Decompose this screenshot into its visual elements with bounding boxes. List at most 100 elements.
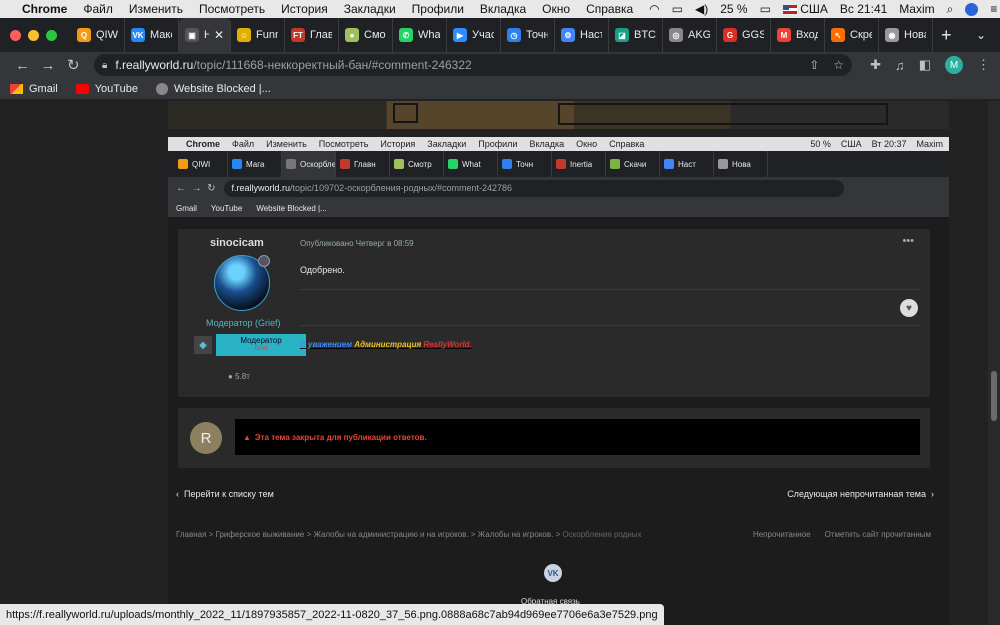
topic-closed-block: R ▲ Эта тема закрыта для публикации отве… (178, 408, 930, 468)
bookmark-website-blocked[interactable]: Website Blocked |... (155, 82, 271, 95)
menu-edit[interactable]: Изменить (129, 2, 183, 16)
post-username: sinocicam (210, 237, 264, 249)
forward-button[interactable]: → (35, 57, 60, 74)
close-tab-icon[interactable]: ✕ (214, 28, 224, 42)
browser-tab[interactable]: VK Макс (125, 18, 179, 52)
screen: Chrome Файл Изменить Посмотреть История … (0, 0, 1000, 625)
post-date: Опубликовано Четверг в 08:59 (300, 239, 414, 248)
menu-app[interactable]: Chrome (22, 2, 67, 16)
media-controls-icon[interactable]: ♫ (895, 58, 905, 73)
tab-favicon-icon: Q (77, 28, 91, 42)
clock[interactable]: Вс 21:41 (840, 2, 887, 16)
tab-title: Учас (472, 29, 494, 41)
inner-tab: Мага (228, 151, 282, 177)
volume-icon[interactable]: ◀) (695, 2, 708, 16)
inner-tab-title: Скачи (624, 159, 647, 169)
tab-title: GGS (742, 29, 764, 41)
input-source[interactable]: США (782, 2, 828, 16)
side-panel-icon[interactable]: ◧ (919, 57, 931, 73)
siri-icon[interactable] (965, 2, 979, 16)
bookmark-gmail[interactable]: Gmail (10, 83, 58, 95)
tab-title: Глав (310, 29, 332, 41)
browser-tab[interactable]: ◎ AKG (663, 18, 717, 52)
menu-help[interactable]: Справка (586, 2, 633, 16)
browser-tab[interactable]: ◷ Точн (501, 18, 555, 52)
tab-title: Наст (580, 29, 602, 41)
browser-tab[interactable]: ↖ Скрє (825, 18, 879, 52)
menu-profiles[interactable]: Профили (412, 2, 464, 16)
browser-tab[interactable]: ☺ Funn (231, 18, 285, 52)
inner-tab-title: Нова (732, 159, 751, 169)
inner-tab: Смотр (390, 151, 444, 177)
inner-battery: 50 % (810, 139, 831, 149)
bookmark-star-icon[interactable]: ☆ (833, 58, 844, 72)
profile-avatar[interactable]: M (945, 56, 964, 74)
share-icon[interactable]: ⇧ (809, 58, 819, 72)
signature-part: Администрация (354, 340, 422, 349)
airplay-icon[interactable]: ▭ (672, 2, 683, 16)
link-status-bar: https://f.reallyworld.ru/uploads/monthly… (0, 604, 664, 625)
extensions-icon[interactable]: ✚ (870, 57, 881, 73)
inner-menubar: Chrome Файл Изменить Посмотреть История … (168, 137, 949, 151)
minimize-window-button[interactable] (28, 29, 39, 41)
tab-favicon-icon: ✆ (399, 28, 413, 42)
browser-tab[interactable]: ✆ What (393, 18, 447, 52)
maximize-window-button[interactable] (46, 29, 57, 41)
scrollbar[interactable] (988, 101, 1000, 625)
reload-button[interactable]: ↻ (61, 56, 86, 74)
browser-tab[interactable]: Q QIWI (71, 18, 125, 52)
menu-history[interactable]: История (281, 2, 328, 16)
browser-tab[interactable]: ⚙ Наст (555, 18, 609, 52)
tab-title: What (418, 29, 440, 41)
browser-tab[interactable]: M Вход (771, 18, 825, 52)
address-bar[interactable]: 🔒︎ f.reallyworld.ru/topic/111668-неккоре… (93, 54, 853, 76)
wifi-icon[interactable]: ◠ (649, 2, 659, 16)
attached-screenshot[interactable]: Chrome Файл Изменить Посмотреть История … (168, 137, 949, 625)
browser-tab[interactable]: ◪ BTC (609, 18, 663, 52)
back-button[interactable]: ← (10, 57, 35, 74)
menu-tab[interactable]: Вкладка (480, 2, 526, 16)
inner-tab-favicon-icon (286, 159, 296, 169)
scrollbar-thumb[interactable] (991, 371, 997, 421)
tab-favicon-icon: ◪ (615, 28, 629, 42)
attached-image-top[interactable] (168, 101, 949, 129)
input-source-label: США (800, 2, 828, 16)
browser-tab[interactable]: ▣ Н ✕ (179, 18, 231, 52)
inner-menu-item: Изменить (266, 139, 307, 149)
inner-tab-title: What (462, 159, 481, 169)
bookmark-youtube[interactable]: YouTube (75, 83, 138, 95)
inner-tab-title: QIWI (192, 159, 211, 169)
role-badge-subtitle: Grief (254, 346, 268, 352)
battery-icon: ▭ (759, 2, 771, 16)
user-name[interactable]: Maxim (899, 2, 934, 16)
chrome-menu-icon[interactable]: ⋮ (977, 57, 990, 73)
menu-file[interactable]: Файл (83, 2, 113, 16)
menu-bookmarks[interactable]: Закладки (344, 2, 396, 16)
tab-title: Скрє (850, 29, 872, 41)
youtube-icon (75, 83, 89, 94)
browser-tab[interactable]: ● Смо (339, 18, 393, 52)
reputation-value: 5.8т (235, 372, 250, 381)
close-window-button[interactable] (10, 29, 21, 41)
browser-tab[interactable]: ▶ Учас (447, 18, 501, 52)
battery-percent[interactable]: 25 % (720, 2, 747, 16)
tab-search-icon[interactable]: ⌄ (976, 28, 986, 42)
us-flag-icon (782, 5, 797, 15)
breadcrumb-item: Гриферское выживание (215, 530, 305, 539)
new-tab-button[interactable]: + (941, 25, 952, 46)
spotlight-icon[interactable]: ⌕ (947, 2, 954, 17)
browser-tab[interactable]: FT Глав (285, 18, 339, 52)
inner-menu-item: Справка (609, 139, 645, 149)
browser-tab[interactable]: G GGS (717, 18, 771, 52)
signature-part: ReallyWorld. (423, 340, 472, 349)
inner-menu-item: Окно (576, 139, 598, 149)
inner-tab-favicon-icon (448, 159, 458, 169)
menu-view[interactable]: Посмотреть (199, 2, 265, 16)
tab-favicon-icon: ▶ (453, 28, 467, 42)
lock-icon[interactable]: 🔒︎ (102, 60, 107, 71)
breadcrumb-item: Жалобы на игроков. (477, 530, 554, 539)
inner-menu-item: Закладки (427, 139, 467, 149)
control-center-icon[interactable]: ≡ (990, 2, 997, 16)
browser-tab[interactable]: ◉ Нова (879, 18, 933, 52)
menu-window[interactable]: Окно (542, 2, 570, 16)
